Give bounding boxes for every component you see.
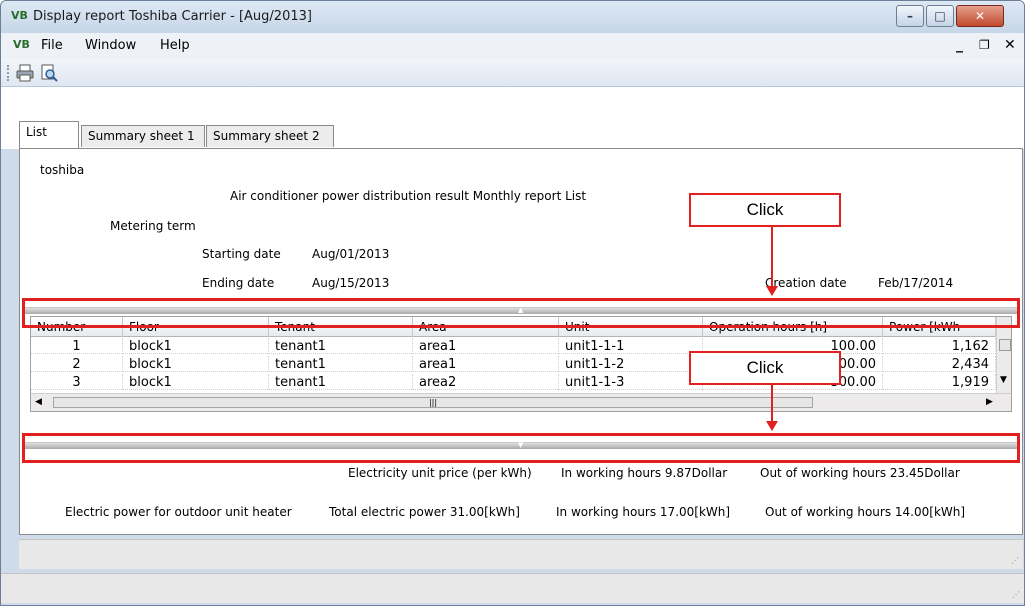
cell-tenant: tenant1 (269, 338, 413, 354)
cell-tenant: tenant1 (269, 374, 413, 390)
heater-out-hours: Out of working hours 14.00[kWh] (765, 505, 966, 519)
horizontal-scrollbar[interactable]: ◀ ||| ▶ (31, 393, 1011, 411)
cell-area: area1 (413, 338, 559, 354)
heater-label: Electric power for outdoor unit heater (65, 505, 292, 519)
mdi-close-button[interactable]: ✕ (1004, 37, 1016, 53)
vertical-scrollbar[interactable]: ▼ (996, 317, 1011, 393)
cell-number: 2 (31, 356, 123, 372)
ending-date-value: Aug/15/2013 (312, 276, 390, 290)
callout-arrow-bottom (771, 385, 773, 423)
report-grid[interactable]: Number Floor Tenant Area Unit Operation … (30, 316, 1012, 412)
cell-area: area1 (413, 356, 559, 372)
app-icon: VB (11, 9, 28, 22)
mdi-restore-button[interactable]: ❐ (979, 38, 990, 52)
toolbar (1, 59, 1024, 87)
scroll-right-arrow-icon[interactable]: ▶ (986, 397, 993, 407)
close-button[interactable]: ✕ (956, 5, 1004, 27)
child-status-bar: ⋰ (19, 539, 1023, 569)
tab-summary-sheet-1[interactable]: Summary sheet 1 (81, 125, 205, 147)
title-bar[interactable]: VB Display report Toshiba Carrier - [Aug… (1, 1, 1024, 33)
unit-price-in-hours: In working hours 9.87Dollar (561, 466, 728, 480)
menu-window[interactable]: Window (85, 38, 136, 53)
cell-power: 1,919 (883, 374, 996, 390)
vertical-scroll-thumb[interactable] (999, 339, 1011, 351)
close-icon: ✕ (974, 9, 986, 23)
creation-date-value: Feb/17/2014 (878, 276, 954, 290)
tab-list[interactable]: List (19, 121, 79, 148)
ending-date-label: Ending date (202, 276, 275, 290)
horizontal-scroll-thumb[interactable]: ||| (53, 397, 813, 408)
heater-in-hours: In working hours 17.00[kWh] (556, 505, 731, 519)
window-title: Display report Toshiba Carrier - [Aug/20… (33, 9, 312, 24)
resize-grip-icon[interactable]: ⋰ (1012, 590, 1020, 599)
click-callout-bottom: Click (689, 351, 841, 385)
callout-arrowhead-bottom (766, 421, 778, 431)
mdi-child-icon[interactable]: VB (13, 38, 30, 51)
metering-term-label: Metering term (110, 219, 196, 233)
heater-total: Total electric power 31.00[kWh] (329, 505, 520, 519)
mdi-minimize-button[interactable]: _ (956, 37, 963, 53)
highlight-top-splitter (22, 298, 1020, 328)
toolbar-grip[interactable] (7, 65, 9, 81)
tab-strip: List Summary sheet 1 Summary sheet 2 (1, 87, 1024, 149)
scroll-down-arrow-icon[interactable]: ▼ (1000, 375, 1007, 385)
click-callout-top: Click (689, 193, 841, 227)
cell-number: 1 (31, 338, 123, 354)
cell-unit: unit1-1-2 (559, 356, 703, 372)
menu-help[interactable]: Help (160, 38, 190, 53)
application-window: VB Display report Toshiba Carrier - [Aug… (0, 0, 1025, 606)
highlight-bottom-splitter (22, 433, 1020, 463)
resize-grip-icon[interactable]: ⋰ (1011, 556, 1019, 565)
starting-date-value: Aug/01/2013 (312, 247, 390, 261)
cell-floor: block1 (123, 338, 269, 354)
cell-power: 2,434 (883, 356, 996, 372)
cell-tenant: tenant1 (269, 356, 413, 372)
table-row[interactable]: 2 block1 tenant1 area1 unit1-1-2 200.00 … (31, 356, 996, 372)
report-panel: toshiba Air conditioner power distributi… (19, 148, 1023, 535)
tab-summary-sheet-2[interactable]: Summary sheet 2 (206, 125, 334, 147)
cell-unit: unit1-1-3 (559, 374, 703, 390)
company-name: toshiba (40, 163, 85, 177)
print-preview-icon[interactable] (39, 63, 59, 83)
callout-arrowhead-top (766, 286, 778, 296)
menu-bar: VB File Window Help _ ❐ ✕ (1, 33, 1024, 59)
cell-unit: unit1-1-1 (559, 338, 703, 354)
unit-price-label: Electricity unit price (per kWh) (348, 466, 532, 480)
cell-number: 3 (31, 374, 123, 390)
minimize-button[interactable]: – (896, 5, 924, 27)
report-heading: Air conditioner power distribution resul… (230, 189, 587, 203)
cell-floor: block1 (123, 356, 269, 372)
minimize-icon: – (907, 9, 913, 23)
table-row[interactable]: 3 block1 tenant1 area2 unit1-1-3 300.00 … (31, 374, 996, 390)
menu-file[interactable]: File (41, 38, 63, 53)
cell-area: area2 (413, 374, 559, 390)
unit-price-out-hours: Out of working hours 23.45Dollar (760, 466, 960, 480)
main-status-bar: ⋰ (1, 573, 1024, 603)
table-row[interactable]: 1 block1 tenant1 area1 unit1-1-1 100.00 … (31, 338, 996, 354)
callout-arrow-top (771, 227, 773, 287)
maximize-icon: □ (934, 9, 946, 23)
starting-date-label: Starting date (202, 247, 281, 261)
maximize-button[interactable]: □ (926, 5, 954, 27)
scroll-left-arrow-icon[interactable]: ◀ (35, 397, 42, 407)
cell-power: 1,162 (883, 338, 996, 354)
printer-icon[interactable] (15, 63, 35, 83)
cell-floor: block1 (123, 374, 269, 390)
